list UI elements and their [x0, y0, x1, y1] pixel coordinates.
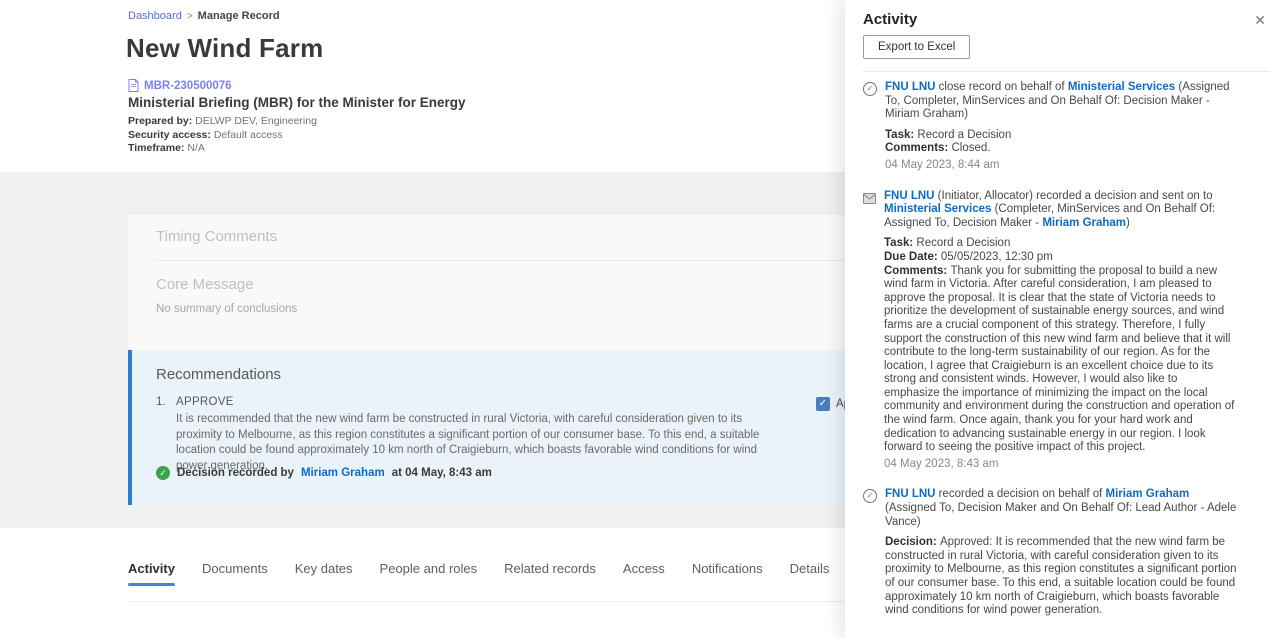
header-text: (Initiator, Allocator) recorded a decisi…: [934, 190, 1212, 202]
activity-entry-header: FNU LNU close record on behalf of Minist…: [885, 81, 1237, 122]
activity-list: ✓ FNU LNU close record on behalf of Minis…: [863, 81, 1272, 638]
timing-comments-title: Timing Comments: [156, 228, 277, 245]
activity-panel-title: Activity: [863, 11, 917, 28]
meta-timeframe: Timeframe: N/A: [128, 142, 317, 156]
activity-timestamp: 04 May 2023, 8:43 am: [884, 458, 1236, 472]
tab-activity[interactable]: Activity: [128, 561, 175, 586]
record-subtitle: Ministerial Briefing (MBR) for the Minis…: [128, 95, 466, 110]
breadcrumb-current: Manage Record: [198, 10, 280, 22]
decision-recorded-user-link[interactable]: Miriam Graham: [301, 467, 385, 479]
decision-check-icon: ✓: [156, 466, 170, 480]
page-title: New Wind Farm: [126, 33, 323, 64]
user-link[interactable]: Miriam Graham: [1042, 217, 1126, 229]
activity-entry-content: FNU LNU recorded a decision on behalf of…: [885, 488, 1237, 617]
activity-entry: FNU LNU (Initiator, Allocator) recorded …: [863, 190, 1272, 472]
check-circle-icon: ✓: [863, 489, 877, 503]
export-to-excel-button[interactable]: Export to Excel: [863, 35, 970, 59]
approved-checkbox[interactable]: ✓: [816, 397, 830, 411]
decision-recorded-prefix: Decision recorded by: [177, 467, 294, 479]
record-id-link[interactable]: MBR-230500076: [144, 80, 232, 92]
tab-related-records[interactable]: Related records: [504, 561, 596, 586]
breadcrumb: Dashboard > Manage Record: [128, 10, 280, 22]
tab-people-and-roles[interactable]: People and roles: [380, 561, 478, 586]
user-link[interactable]: Ministerial Services: [1068, 81, 1175, 93]
tab-bar: Activity Documents Key dates People and rol…: [128, 561, 829, 586]
meta-prepared-by: Prepared by: DELWP DEV, Engineering: [128, 115, 317, 129]
activity-panel: Activity ✕ Export to Excel ✓ FNU LNU clos…: [845, 0, 1280, 638]
activity-entry: ✓ FNU LNU recorded a decision on behalf o…: [863, 488, 1272, 617]
activity-entry-content: FNU LNU (Initiator, Allocator) recorded …: [884, 190, 1236, 472]
user-link[interactable]: FNU LNU: [885, 81, 935, 93]
recommendations-title: Recommendations: [156, 366, 281, 383]
meta-security-access: Security access: Default access: [128, 129, 317, 143]
activity-entry-header: FNU LNU (Initiator, Allocator) recorded …: [884, 190, 1236, 231]
tab-details[interactable]: Details: [790, 561, 830, 586]
activity-field: Comments: Closed.: [885, 142, 1237, 156]
tab-notifications[interactable]: Notifications: [692, 561, 763, 586]
activity-entry-header: FNU LNU recorded a decision on behalf of…: [885, 488, 1237, 529]
activity-entry-content: FNU LNU close record on behalf of Minist…: [885, 81, 1237, 173]
active-tab-underline: [128, 583, 175, 586]
breadcrumb-link-dashboard[interactable]: Dashboard: [128, 10, 182, 22]
user-link[interactable]: FNU LNU: [884, 190, 934, 202]
check-circle-icon: ✓: [863, 82, 877, 96]
activity-timestamp: 04 May 2023, 8:44 am: [885, 159, 1237, 173]
tab-key-dates[interactable]: Key dates: [295, 561, 353, 586]
tab-documents[interactable]: Documents: [202, 561, 268, 586]
core-message-empty-text: No summary of conclusions: [156, 303, 297, 315]
breadcrumb-separator: >: [187, 11, 193, 22]
activity-field: Decision: Approved: It is recommended th…: [885, 536, 1237, 618]
sent-icon: [863, 191, 876, 202]
activity-field: Task: Record a Decision: [884, 237, 1236, 251]
user-link[interactable]: FNU LNU: [885, 488, 935, 500]
activity-entry: ✓ FNU LNU close record on behalf of Minis…: [863, 81, 1272, 173]
close-icon[interactable]: ✕: [1252, 10, 1268, 31]
record-meta: Prepared by: DELWP DEV, Engineering Secu…: [128, 115, 317, 156]
activity-field: Comments: Thank you for submitting the p…: [884, 265, 1236, 455]
activity-field: Due Date: 05/05/2023, 12:30 pm: [884, 251, 1236, 265]
activity-field: Task: Record a Decision: [885, 129, 1237, 143]
user-link[interactable]: Miriam Graham: [1106, 488, 1190, 500]
core-message-title: Core Message: [156, 276, 254, 293]
header-text: ): [1126, 217, 1130, 229]
recommendation-decision-label: APPROVE: [176, 396, 234, 408]
recommendation-number: 1.: [156, 396, 166, 408]
panel-divider: [863, 71, 1270, 72]
header-text: close record on behalf of: [935, 81, 1067, 93]
recommendation-text: It is recommended that the new wind farm…: [176, 412, 790, 474]
header-text: (Assigned To, Decision Maker and On Beha…: [885, 502, 1236, 528]
decision-recorded-row: ✓ Decision recorded by Miriam Graham at …: [156, 466, 492, 480]
tab-access[interactable]: Access: [623, 561, 665, 586]
decision-recorded-suffix: at 04 May, 8:43 am: [392, 467, 492, 479]
user-link[interactable]: Ministerial Services: [884, 203, 991, 215]
document-icon: [128, 79, 139, 92]
header-text: recorded a decision on behalf of: [935, 488, 1105, 500]
record-id-row[interactable]: MBR-230500076: [128, 79, 232, 92]
